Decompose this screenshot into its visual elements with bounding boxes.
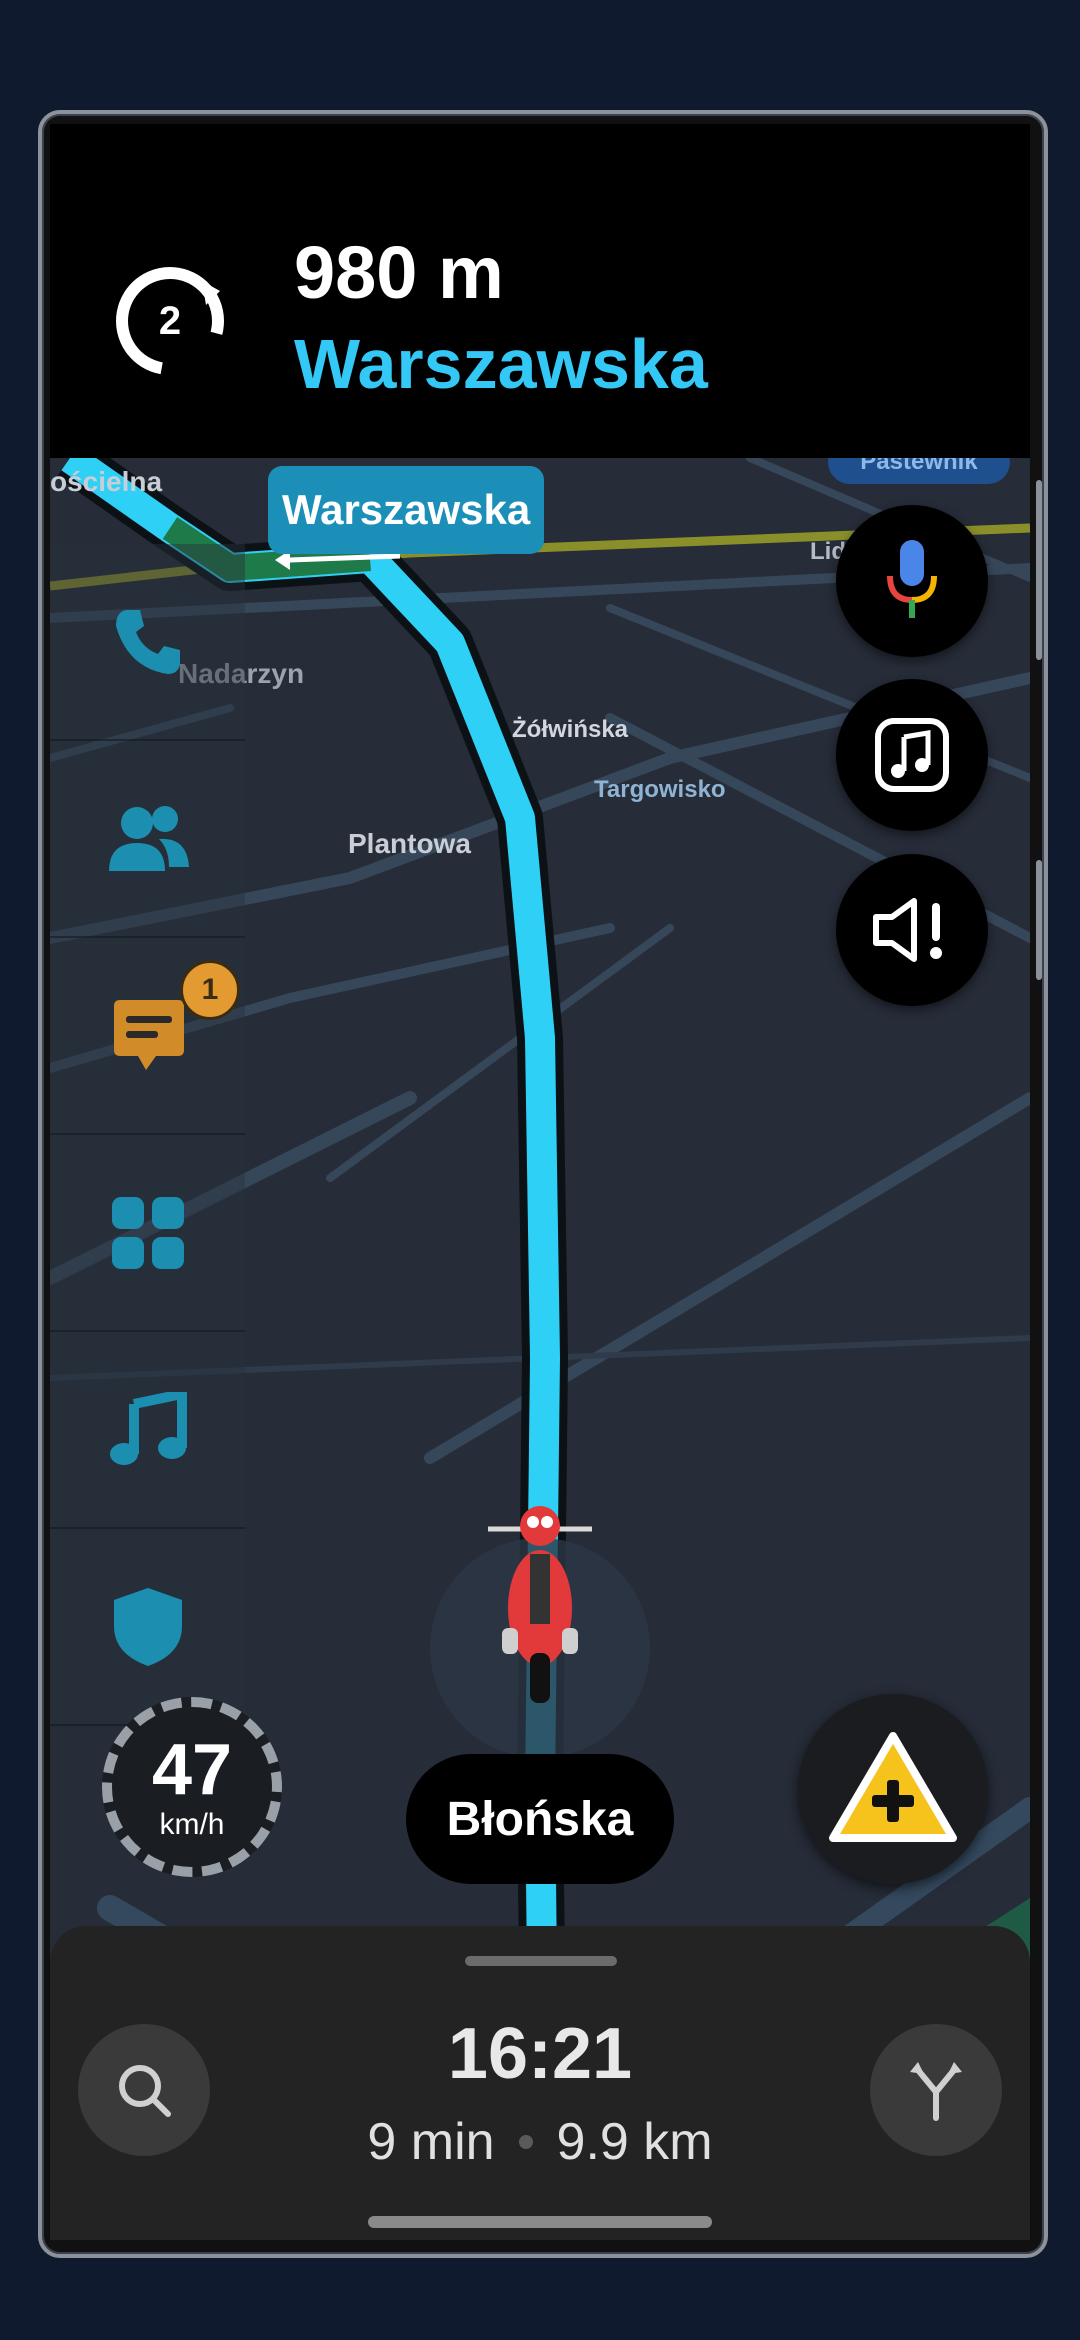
voice-button[interactable]: [836, 505, 988, 657]
dock-phone[interactable]: [50, 544, 245, 741]
trip-distance: 9.9 km: [556, 2113, 713, 2171]
speaker-alert-icon: [873, 898, 942, 962]
routes-button[interactable]: [870, 2024, 1002, 2156]
trip-duration: 9 min: [367, 2113, 495, 2171]
speed-value: 47: [151, 1730, 233, 1810]
speedometer[interactable]: 47 km/h: [102, 1697, 282, 1877]
dock-apps[interactable]: [50, 1135, 245, 1332]
dock-contacts[interactable]: [50, 741, 245, 938]
separator-dot: [518, 2135, 533, 2149]
people-icon: [108, 805, 189, 871]
map-label-koscielna: ościelna: [50, 466, 163, 497]
dock-safety[interactable]: [50, 1529, 245, 1726]
maneuver-distance: 980 m: [294, 231, 504, 314]
home-indicator[interactable]: [368, 2216, 712, 2228]
trip-summary-sheet[interactable]: 16:21 9 min 9.9 km: [50, 1926, 1030, 2240]
map-label-plantowa: Plantowa: [348, 828, 471, 859]
dock-messages[interactable]: 1: [50, 938, 245, 1135]
music-app-icon: [875, 718, 949, 792]
speed-unit: km/h: [159, 1808, 225, 1841]
sheet-handle[interactable]: [465, 1956, 617, 1966]
map-label-zolwinska: Żółwińska: [512, 716, 629, 743]
music-button[interactable]: [836, 679, 988, 831]
message-icon: [113, 999, 184, 1070]
music-note-icon: [109, 1391, 187, 1465]
navigation-banner[interactable]: 2 980 m Warszawska: [50, 124, 1030, 458]
microphone-icon: [887, 540, 937, 618]
sound-alerts-button[interactable]: [836, 854, 988, 1006]
next-street-callout: Warszawska: [268, 466, 545, 554]
grid-icon: [111, 1196, 184, 1269]
route-fork-icon: [910, 2062, 962, 2121]
phone-icon: [115, 609, 180, 674]
dock-music[interactable]: [50, 1332, 245, 1529]
map-label-targowisko: Targowisko: [594, 776, 726, 803]
volume-key: [1036, 480, 1042, 660]
roundabout-exit-number: 2: [158, 298, 182, 343]
report-hazard-icon: [829, 1732, 957, 1842]
current-street: Błońska: [406, 1754, 674, 1884]
report-button[interactable]: [798, 1694, 988, 1884]
messages-badge: 1: [180, 960, 240, 1020]
power-key: [1036, 860, 1042, 980]
maneuver-street: Warszawska: [294, 325, 708, 403]
shield-icon: [113, 1587, 182, 1666]
screen: ościelna Nadarzyn Żółwińska Targowisko P…: [50, 124, 1030, 2240]
